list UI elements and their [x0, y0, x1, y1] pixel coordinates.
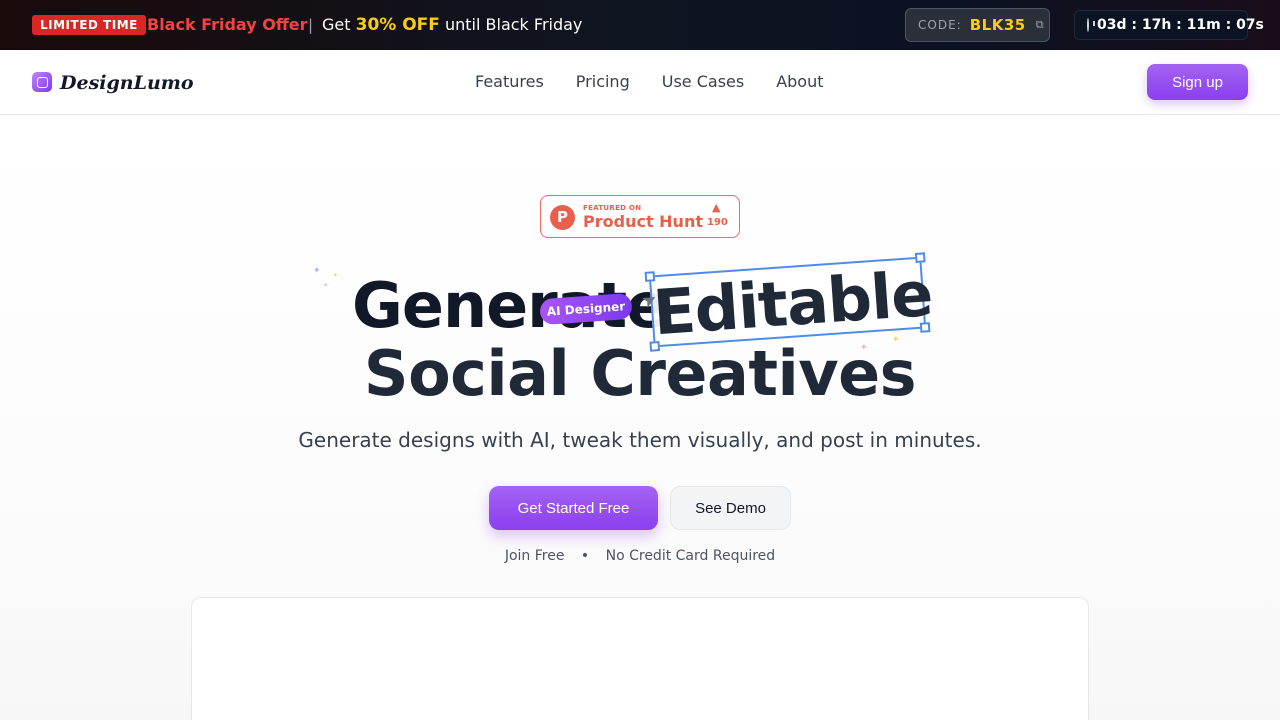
countdown-value: 03d : 17h : 11m : 07s: [1097, 17, 1264, 33]
logo-icon[interactable]: [32, 72, 52, 92]
promo-discount: 30% OFF: [355, 15, 440, 35]
signup-note: Join Free • No Credit Card Required: [0, 546, 1280, 566]
promo-code-label: CODE:: [918, 18, 962, 32]
note-no-credit-card: No Credit Card Required: [605, 548, 776, 564]
resize-handle: [644, 271, 656, 282]
product-hunt-name: Product Hunt: [583, 212, 703, 231]
sparkle-icon: ✦: [333, 272, 339, 279]
signup-button[interactable]: Sign up: [1147, 64, 1248, 100]
nav-link-pricing[interactable]: Pricing: [576, 70, 630, 94]
logo-text[interactable]: DesignLumo: [60, 70, 194, 96]
product-hunt-upvotes: 190: [707, 217, 728, 228]
upvote-arrow-icon: ▲: [712, 201, 721, 214]
countdown-timer: 03d : 17h : 11m : 07s: [1074, 10, 1264, 40]
promo-bar: LIMITED TIME Black Friday Offer | Get 30…: [0, 0, 1280, 50]
note-separator: •: [580, 548, 590, 564]
sparkle-icon: ✦: [323, 282, 329, 289]
promo-message-suffix: until Black Friday: [445, 15, 583, 34]
navbar: DesignLumo Features Pricing Use Cases Ab…: [0, 50, 1280, 115]
nav-link-features[interactable]: Features: [475, 70, 544, 94]
hero-subtitle: Generate designs with AI, tweak them vis…: [298, 428, 982, 452]
nav-links: Features Pricing Use Cases About: [475, 70, 824, 94]
get-started-button[interactable]: Get Started Free: [489, 486, 658, 530]
product-hunt-logo-icon: P: [550, 205, 575, 230]
product-hunt-featured-label: FEATURED ON: [583, 204, 642, 212]
offer-title: Black Friday Offer: [147, 15, 308, 34]
promo-code-box[interactable]: CODE: BLK35 ⧉: [905, 8, 1050, 42]
stopwatch-icon: [1087, 18, 1095, 32]
product-hunt-badge[interactable]: P FEATURED ON Product Hunt ▲ 190: [540, 195, 740, 238]
promo-message: Get 30% OFF until Black Friday: [322, 14, 582, 36]
nav-link-about[interactable]: About: [776, 70, 823, 94]
limited-time-badge: LIMITED TIME: [32, 15, 146, 35]
sparkle-icon: ✦: [313, 266, 321, 276]
headline-social-creatives: Social Creatives: [363, 337, 917, 410]
promo-separator: |: [308, 16, 314, 34]
note-join-free: Join Free: [504, 548, 565, 564]
promo-code-value: BLK35: [969, 16, 1026, 34]
resize-handle: [919, 322, 931, 333]
product-preview-frame: [191, 597, 1089, 720]
promo-message-prefix: Get: [322, 15, 351, 34]
copy-icon[interactable]: ⧉: [1036, 18, 1044, 32]
see-demo-button[interactable]: See Demo: [670, 486, 791, 530]
nav-link-use-cases[interactable]: Use Cases: [662, 70, 744, 94]
resize-handle: [914, 252, 926, 263]
